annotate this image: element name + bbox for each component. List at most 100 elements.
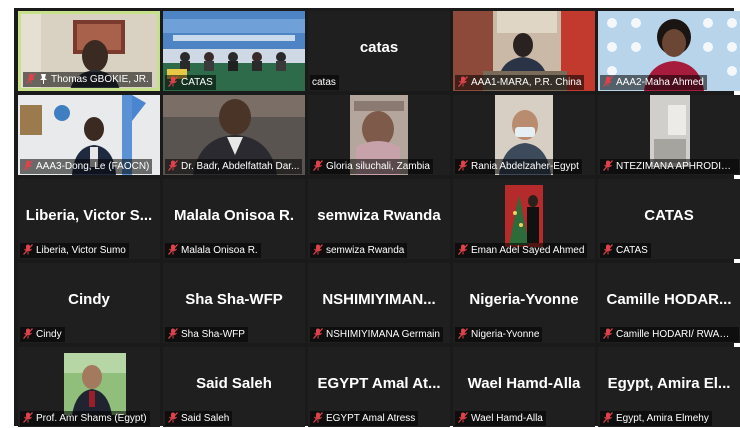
participant-name: EGYPT Amal Atress [326,413,416,424]
participant-tile[interactable]: semwiza Rwanda semwiza Rwanda [308,179,450,259]
participant-display-name: Nigeria-Yvonne [469,291,579,308]
participant-tile[interactable]: Dr. Badr, Abdelfattah Dar... [163,95,305,175]
participant-name: AAA2-Maha Ahmed [616,77,704,88]
muted-microphone-icon [458,160,468,171]
participant-name-label: semwiza Rwanda [310,243,408,258]
participant-name: Malala Onisoa R. [181,245,258,256]
participant-name: Dr. Badr, Abdelfattah Dar... [181,161,300,172]
participant-tile[interactable]: Eman Adel Sayed Ahmed [453,179,595,259]
participant-name-label: Rania Abdelzaher-Egypt [455,159,582,174]
participant-name-label: CATAS [600,243,651,258]
participant-name-label: catas [310,75,339,90]
participant-name: catas [312,77,336,88]
participant-name-label: NTEZIMANA APHRODIS/... [600,159,739,174]
participant-tile[interactable]: AAA1-MARA, P.R. China [453,11,595,91]
participant-display-name: NSHIMIYIMAN... [322,291,436,308]
participant-name: Wael Hamd-Alla [471,413,543,424]
participant-tile[interactable]: CATAS [163,11,305,91]
participant-name: NTEZIMANA APHRODIS/... [616,161,739,172]
muted-microphone-icon [603,412,613,423]
muted-microphone-icon [458,76,468,87]
participant-name-label: EGYPT Amal Atress [310,411,419,426]
participant-display-name: Wael Hamd-Alla [467,375,581,392]
participant-name: Liberia, Victor Sumo [36,245,126,256]
participant-display-name: Sha Sha-WFP [185,291,283,308]
participant-name-label: Wael Hamd-Alla [455,411,546,426]
participant-name: Gloria siluchali, Zambia [326,161,430,172]
participant-name-label: Malala Onisoa R. [165,243,261,258]
participant-name-label: Thomas GBOKIE, JR. [23,72,152,87]
muted-microphone-icon [26,73,36,84]
participant-name: semwiza Rwanda [326,245,405,256]
muted-microphone-icon [23,328,33,339]
participant-display-name: semwiza Rwanda [317,207,441,224]
participant-name-label: Nigeria-Yvonne [455,327,543,342]
gallery-view: Thomas GBOKIE, JR. CATAS catas catas AAA… [14,8,740,427]
participant-tile[interactable]: Sha Sha-WFP Sha Sha-WFP [163,263,305,343]
pin-icon [40,74,47,84]
participant-tile[interactable]: Thomas GBOKIE, JR. [18,11,160,91]
participant-tile[interactable]: Gloria siluchali, Zambia [308,95,450,175]
participant-name-label: CATAS [165,75,216,90]
participant-tile[interactable]: Egypt, Amira El... Egypt, Amira Elmehy [598,347,740,427]
participant-tile[interactable]: CATAS CATAS [598,179,740,259]
participant-name-label: NSHIMIYIMANA Germain [310,327,443,342]
participant-name: Cindy [36,329,62,340]
muted-microphone-icon [458,244,468,255]
participant-display-name: Egypt, Amira El... [607,375,731,392]
participant-tile[interactable]: Malala Onisoa R. Malala Onisoa R. [163,179,305,259]
participant-name-label: AAA3-Dong, Le (FAOCN) [20,159,153,174]
participant-tile[interactable]: Rania Abdelzaher-Egypt [453,95,595,175]
participant-tile[interactable]: NSHIMIYIMAN... NSHIMIYIMANA Germain [308,263,450,343]
participant-tile[interactable]: Liberia, Victor S... Liberia, Victor Sum… [18,179,160,259]
participant-name-label: Said Saleh [165,411,233,426]
participant-display-name: Malala Onisoa R. [173,207,295,224]
muted-microphone-icon [168,328,178,339]
participant-tile[interactable]: EGYPT Amal At... EGYPT Amal Atress [308,347,450,427]
participant-name: Thomas GBOKIE, JR. [51,74,149,85]
participant-display-name: CATAS [644,207,694,224]
participant-tile[interactable]: AAA2-Maha Ahmed [598,11,740,91]
participant-tile[interactable]: NTEZIMANA APHRODIS/... [598,95,740,175]
muted-microphone-icon [168,76,178,87]
participant-name-label: Cindy [20,327,65,342]
muted-microphone-icon [603,244,613,255]
participant-tile[interactable]: catas catas [308,11,450,91]
muted-microphone-icon [458,412,468,423]
participant-name-label: Sha Sha-WFP [165,327,248,342]
participant-name-label: Eman Adel Sayed Ahmed [455,243,588,258]
participant-name-label: Camille HODARI/ RWANDA [600,327,739,342]
participant-tile[interactable]: AAA3-Dong, Le (FAOCN) [18,95,160,175]
muted-microphone-icon [23,160,33,171]
participant-tile[interactable]: Prof. Amr Shams (Egypt) [18,347,160,427]
participant-tile[interactable]: Camille HODAR... Camille HODARI/ RWANDA [598,263,740,343]
participant-tile[interactable]: Cindy Cindy [18,263,160,343]
participant-name-label: AAA1-MARA, P.R. China [455,75,585,90]
participant-tile[interactable]: Wael Hamd-Alla Wael Hamd-Alla [453,347,595,427]
participant-name: CATAS [181,77,213,88]
participant-name-label: Dr. Badr, Abdelfattah Dar... [165,159,303,174]
muted-microphone-icon [23,412,33,423]
participant-grid: Thomas GBOKIE, JR. CATAS catas catas AAA… [18,11,740,427]
participant-name: AAA1-MARA, P.R. China [471,77,582,88]
participant-name: Said Saleh [181,413,230,424]
participant-tile[interactable]: Said Saleh Said Saleh [163,347,305,427]
participant-display-name: Camille HODAR... [606,291,732,308]
participant-name-label: Prof. Amr Shams (Egypt) [20,411,150,426]
participant-name: NSHIMIYIMANA Germain [326,329,440,340]
muted-microphone-icon [23,244,33,255]
participant-name-label: Liberia, Victor Sumo [20,243,129,258]
participant-name: Nigeria-Yvonne [471,329,540,340]
participant-name: CATAS [616,245,648,256]
participant-tile[interactable]: Nigeria-Yvonne Nigeria-Yvonne [453,263,595,343]
participant-name: Rania Abdelzaher-Egypt [471,161,579,172]
participant-name: Sha Sha-WFP [181,329,245,340]
participant-name: Egypt, Amira Elmehy [616,413,709,424]
participant-name-label: AAA2-Maha Ahmed [600,75,707,90]
participant-name: Prof. Amr Shams (Egypt) [36,413,147,424]
participant-display-name: Said Saleh [196,375,272,392]
muted-microphone-icon [168,412,178,423]
muted-microphone-icon [458,328,468,339]
participant-display-name: Cindy [68,291,110,308]
muted-microphone-icon [168,244,178,255]
